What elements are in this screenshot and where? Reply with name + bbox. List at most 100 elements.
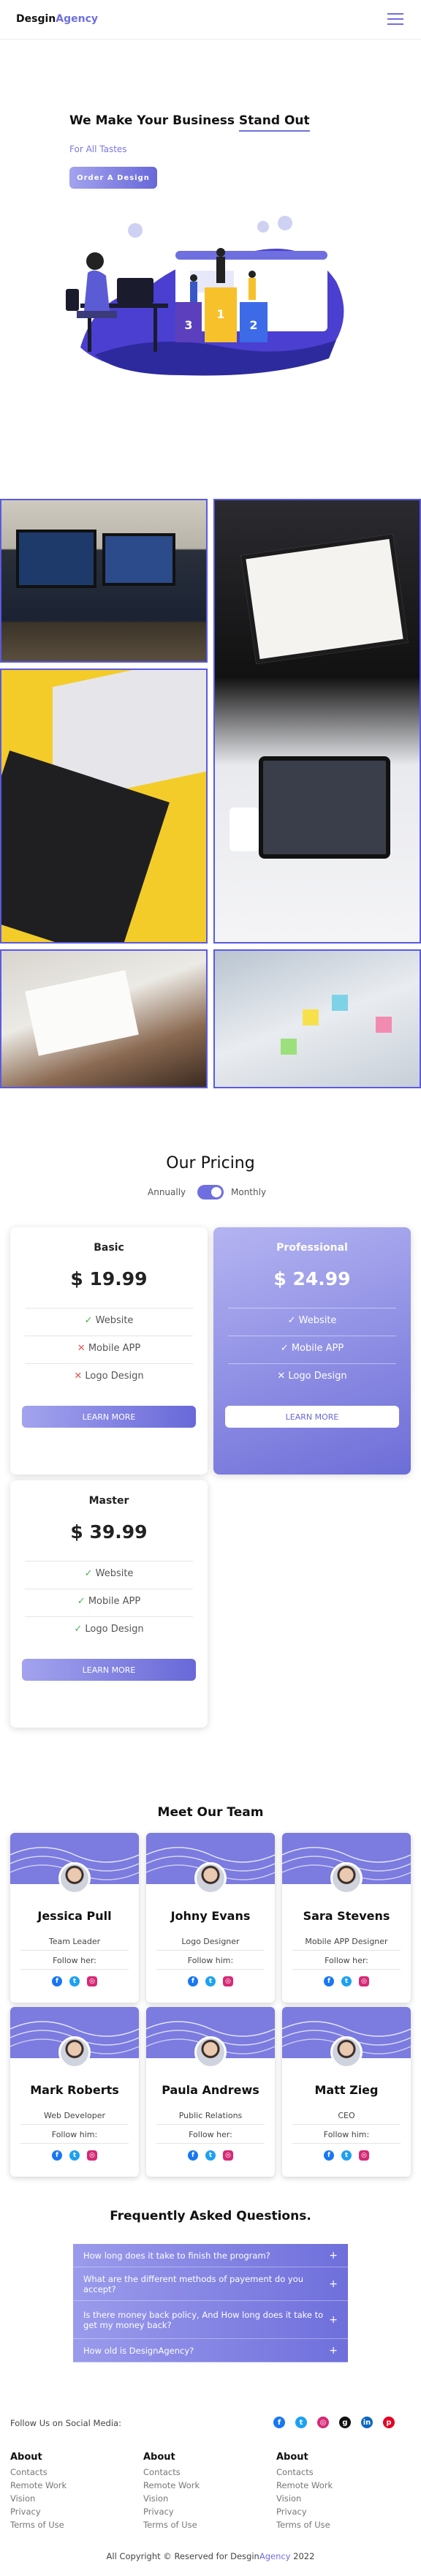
member-role: Logo Designer	[181, 1937, 240, 1946]
avatar	[58, 1862, 91, 1894]
faq-item[interactable]: What are the different methods of payeme…	[73, 2267, 348, 2301]
team-title: Meet Our Team	[157, 1805, 264, 1820]
footer-link[interactable]: Terms of Use	[10, 2520, 67, 2530]
wireframe-sketch-photo	[0, 949, 208, 1088]
faq-item[interactable]: How old is DesignAgency? +	[73, 2339, 348, 2362]
follow-label: Follow him:	[51, 2130, 98, 2139]
pricing-card-professional: Professional $ 24.99 ✓ Website ✓ Mobile …	[213, 1227, 411, 1475]
billing-toggle[interactable]	[197, 1185, 224, 1200]
order-design-button[interactable]: Order A Design	[69, 167, 157, 189]
facebook-icon[interactable]: f	[188, 1976, 198, 1986]
plan-feature: ✓ Website	[84, 1568, 134, 1579]
member-name: Matt Zieg	[314, 2083, 379, 2097]
footer-link[interactable]: Remote Work	[276, 2480, 333, 2490]
brand-logo[interactable]: DesginAgency	[16, 13, 98, 25]
footer-heading: About	[276, 2452, 308, 2463]
instagram-icon[interactable]: ◎	[359, 1976, 369, 1986]
twitter-icon[interactable]: t	[295, 2417, 307, 2428]
twitter-icon[interactable]: t	[205, 1976, 216, 1986]
instagram-icon[interactable]: ◎	[223, 1976, 233, 1986]
footer-link[interactable]: Terms of Use	[143, 2520, 200, 2530]
follow-label: Follow her:	[325, 1956, 368, 1965]
plan-feature: ✕ Logo Design	[277, 1371, 347, 1382]
member-name: Sara Stevens	[303, 1909, 390, 1923]
linkedin-icon[interactable]: in	[361, 2417, 373, 2428]
plan-name: Professional	[276, 1242, 348, 1254]
faq-title: Frequently Asked Questions.	[110, 2209, 311, 2223]
learn-more-button[interactable]: LEARN MORE	[22, 1659, 196, 1681]
learn-more-button[interactable]: LEARN MORE	[22, 1406, 196, 1428]
instagram-icon[interactable]: ◎	[223, 2150, 233, 2161]
team-card: Mark Roberts Web Developer Follow him: f t ◎	[10, 2007, 139, 2177]
plan-name: Basic	[94, 1242, 124, 1254]
svg-text:1: 1	[216, 307, 224, 321]
member-role: Public Relations	[178, 2111, 243, 2120]
social-label: Follow Us on Social Media:	[10, 2418, 121, 2428]
avatar	[330, 2036, 363, 2068]
instagram-icon[interactable]: ◎	[87, 1976, 97, 1986]
plan-feature: ✓ Mobile APP	[280, 1343, 344, 1354]
plan-feature: ✓ Website	[287, 1315, 337, 1326]
avatar	[330, 1862, 363, 1894]
pricing-card-basic: Basic $ 19.99 ✓ Website ✕ Mobile APP ✕ L…	[10, 1227, 208, 1475]
twitter-icon[interactable]: t	[341, 2150, 352, 2161]
team-sticky-notes-photo	[213, 949, 421, 1088]
plan-feature: ✕ Logo Design	[74, 1371, 144, 1382]
footer-link[interactable]: Terms of Use	[276, 2520, 333, 2530]
twitter-icon[interactable]: t	[69, 2150, 80, 2161]
plan-feature: ✕ Mobile APP	[77, 1343, 141, 1354]
plus-icon: +	[329, 2249, 338, 2261]
follow-label: Follow her:	[53, 1956, 96, 1965]
footer-column: About Contacts Remote Work Vision Privac…	[10, 2452, 67, 2530]
footer-link[interactable]: Contacts	[143, 2467, 200, 2477]
facebook-icon[interactable]: f	[52, 1976, 62, 1986]
pinterest-icon[interactable]: p	[383, 2417, 395, 2428]
facebook-icon[interactable]: f	[52, 2150, 62, 2161]
footer-link[interactable]: Vision	[143, 2493, 200, 2504]
instagram-icon[interactable]: ◎	[359, 2150, 369, 2161]
avatar	[194, 1862, 227, 1894]
footer-link[interactable]: Vision	[276, 2493, 333, 2504]
footer-link[interactable]: Remote Work	[10, 2480, 67, 2490]
follow-label: Follow him:	[187, 1956, 234, 1965]
hero-subtitle: For All Tastes	[69, 144, 127, 154]
facebook-icon[interactable]: f	[188, 2150, 198, 2161]
learn-more-button[interactable]: LEARN MORE	[225, 1406, 399, 1428]
footer-link[interactable]: Contacts	[10, 2467, 67, 2477]
member-role: Mobile APP Designer	[305, 1937, 388, 1946]
pricing-title: Our Pricing	[166, 1154, 255, 1172]
member-name: Johny Evans	[170, 1909, 251, 1923]
team-card: Johny Evans Logo Designer Follow him: f t ◎	[146, 1833, 275, 2003]
footer-column: About Contacts Remote Work Vision Privac…	[276, 2452, 333, 2530]
twitter-icon[interactable]: t	[69, 1976, 80, 1986]
instagram-icon[interactable]: ◎	[317, 2417, 329, 2428]
facebook-icon[interactable]: f	[324, 1976, 334, 1986]
twitter-icon[interactable]: t	[341, 1976, 352, 1986]
keyboard-yellow-desk-photo	[0, 669, 208, 944]
toggle-annually-label: Annually	[148, 1187, 186, 1197]
plan-feature: ✓ Website	[84, 1315, 134, 1326]
footer-column: About Contacts Remote Work Vision Privac…	[143, 2452, 200, 2530]
footer-link[interactable]: Contacts	[276, 2467, 333, 2477]
footer-link[interactable]: Privacy	[276, 2507, 333, 2517]
facebook-icon[interactable]: f	[273, 2417, 285, 2428]
github-icon[interactable]: g	[339, 2417, 351, 2428]
twitter-icon[interactable]: t	[205, 2150, 216, 2161]
footer-link[interactable]: Privacy	[143, 2507, 200, 2517]
follow-label: Follow her:	[189, 2130, 232, 2139]
member-role: CEO	[338, 2111, 355, 2120]
svg-text:2: 2	[249, 318, 257, 332]
footer-link[interactable]: Privacy	[10, 2507, 67, 2517]
team-card: Matt Zieg CEO Follow him: f t ◎	[282, 2007, 411, 2177]
team-card: Paula Andrews Public Relations Follow her:…	[146, 2007, 275, 2177]
faq-item[interactable]: Is there money back policy, And How long…	[73, 2301, 348, 2339]
member-name: Paula Andrews	[162, 2083, 259, 2097]
facebook-icon[interactable]: f	[324, 2150, 334, 2161]
faq-item[interactable]: How long does it take to finish the prog…	[73, 2244, 348, 2267]
footer-link[interactable]: Remote Work	[143, 2480, 200, 2490]
footer-link[interactable]: Vision	[10, 2493, 67, 2504]
team-card: Jessica Pull Team Leader Follow her: f t ◎	[10, 1833, 139, 2003]
instagram-icon[interactable]: ◎	[87, 2150, 97, 2161]
pricing-card-master: Master $ 39.99 ✓ Website ✓ Mobile APP ✓ …	[10, 1480, 208, 1728]
hamburger-menu-icon[interactable]	[387, 13, 403, 25]
